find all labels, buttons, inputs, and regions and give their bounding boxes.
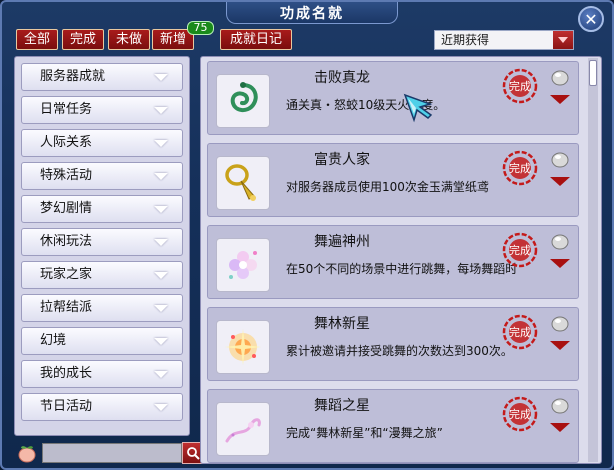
sidebar-item-label: 拉帮结派 xyxy=(40,300,93,315)
chevron-down-icon xyxy=(152,72,170,82)
chevron-down-icon xyxy=(152,336,170,346)
sidebar-item-label: 我的成长 xyxy=(40,366,93,381)
filter-all-button[interactable]: 全部 xyxy=(16,29,58,50)
flower-icon xyxy=(229,251,257,279)
sidebar-item-label: 人际关系 xyxy=(40,135,93,150)
dropdown-arrow-icon[interactable] xyxy=(553,31,573,49)
expand-arrow-icon[interactable] xyxy=(548,338,572,352)
achievement-title: 舞遍神州 xyxy=(314,234,370,250)
achievement-card[interactable]: 舞蹈之星 完成“舞林新星”和“漫舞之旅” 完成 xyxy=(207,389,579,463)
sidebar-item-guild[interactable]: 拉帮结派 xyxy=(21,294,183,322)
sparkle-icon xyxy=(225,329,261,365)
achievements-window: 功成名就 ✕ 全部 完成 未做 新增 75 成就日记 近期获得 服务器成就 日常… xyxy=(0,0,614,470)
achievement-icon-frame xyxy=(216,156,270,210)
seal-label: 完成 xyxy=(509,243,531,257)
sidebar-item-relations[interactable]: 人际关系 xyxy=(21,129,183,157)
chevron-down-icon xyxy=(152,237,170,247)
sidebar-item-daily[interactable]: 日常任务 xyxy=(21,96,183,124)
sidebar-item-server[interactable]: 服务器成就 xyxy=(21,63,183,91)
expand-arrow-icon[interactable] xyxy=(548,420,572,434)
list-scrollbar[interactable] xyxy=(588,58,598,462)
search-input[interactable] xyxy=(42,443,182,463)
achievement-card[interactable]: 击败真龙 通关真・怒蛟10级天火难度。 完成 xyxy=(207,61,579,135)
sidebar-item-label: 特殊活动 xyxy=(40,168,93,183)
sidebar-item-special[interactable]: 特殊活动 xyxy=(21,162,183,190)
chevron-down-icon xyxy=(152,303,170,313)
sidebar-item-label: 幻境 xyxy=(40,333,67,348)
achievement-card[interactable]: 富贵人家 对服务器成员使用100次金玉满堂纸鸢 完成 xyxy=(207,143,579,217)
achievement-list: 击败真龙 通关真・怒蛟10级天火难度。 完成 富贵人家 对服务器成员使用100次… xyxy=(200,56,602,464)
chevron-down-icon xyxy=(152,171,170,181)
seal-label: 完成 xyxy=(509,161,531,175)
sidebar-item-label: 梦幻剧情 xyxy=(40,201,93,216)
expand-arrow-icon[interactable] xyxy=(548,256,572,270)
new-count-badge: 75 xyxy=(187,21,214,35)
achievement-title: 舞林新星 xyxy=(314,316,370,332)
sidebar-item-festival[interactable]: 节日活动 xyxy=(21,393,183,421)
achievement-icon-frame xyxy=(216,402,270,456)
expand-arrow-icon[interactable] xyxy=(548,174,572,188)
expand-arrow-icon[interactable] xyxy=(548,92,572,106)
scrollbar-thumb[interactable] xyxy=(589,60,597,86)
sort-dropdown[interactable]: 近期获得 xyxy=(434,30,574,50)
category-sidebar: 服务器成就 日常任务 人际关系 特殊活动 梦幻剧情 休闲玩法 玩家之家 拉帮结派… xyxy=(14,56,190,436)
close-icon: ✕ xyxy=(584,9,598,29)
peach-icon xyxy=(18,446,36,463)
achievement-title: 富贵人家 xyxy=(314,152,370,168)
sidebar-item-label: 服务器成就 xyxy=(40,69,106,84)
sidebar-item-growth[interactable]: 我的成长 xyxy=(21,360,183,388)
seal-label: 完成 xyxy=(509,79,531,93)
ribbon-icon xyxy=(225,418,261,443)
window-title: 功成名就 xyxy=(226,2,398,24)
completed-seal-icon: 完成 xyxy=(502,68,538,104)
lotus-bulb-icon xyxy=(551,234,569,250)
lotus-bulb-icon xyxy=(551,398,569,414)
golden-trumpet-icon xyxy=(225,164,256,201)
chevron-down-icon xyxy=(152,138,170,148)
seal-label: 完成 xyxy=(509,325,531,339)
chevron-down-icon xyxy=(152,204,170,214)
sidebar-item-illusion[interactable]: 幻境 xyxy=(21,327,183,355)
sidebar-item-label: 玩家之家 xyxy=(40,267,93,282)
completed-seal-icon: 完成 xyxy=(502,396,538,432)
achievement-icon-frame xyxy=(216,238,270,292)
achievement-icon-frame xyxy=(216,74,270,128)
mouse-cursor-icon xyxy=(403,93,433,123)
achievement-title: 舞蹈之星 xyxy=(314,398,370,414)
lotus-bulb-icon xyxy=(551,70,569,86)
filter-completed-button[interactable]: 完成 xyxy=(62,29,104,50)
dragon-icon xyxy=(230,82,258,112)
achievement-icon-frame xyxy=(216,320,270,374)
sort-selected-value: 近期获得 xyxy=(441,33,490,47)
chevron-down-icon xyxy=(152,369,170,379)
sidebar-item-label: 日常任务 xyxy=(40,102,93,117)
sidebar-item-label: 休闲玩法 xyxy=(40,234,93,249)
completed-seal-icon: 完成 xyxy=(502,150,538,186)
achievement-card[interactable]: 舞遍神州 在50个不同的场景中进行跳舞，每场舞蹈时 完成 xyxy=(207,225,579,299)
filter-incomplete-button[interactable]: 未做 xyxy=(108,29,150,50)
sidebar-item-leisure[interactable]: 休闲玩法 xyxy=(21,228,183,256)
achievement-card[interactable]: 舞林新星 累计被邀请并接受跳舞的次数达到300次。 完成 xyxy=(207,307,579,381)
chevron-down-icon xyxy=(152,402,170,412)
achievement-diary-button[interactable]: 成就日记 xyxy=(220,29,292,50)
completed-seal-icon: 完成 xyxy=(502,232,538,268)
search-icon xyxy=(187,447,200,460)
sidebar-item-home[interactable]: 玩家之家 xyxy=(21,261,183,289)
search-bar xyxy=(14,442,204,464)
lotus-bulb-icon xyxy=(551,152,569,168)
seal-label: 完成 xyxy=(509,407,531,421)
close-button[interactable]: ✕ xyxy=(578,6,604,32)
sidebar-item-label: 节日活动 xyxy=(40,399,93,414)
chevron-down-icon xyxy=(152,270,170,280)
sidebar-item-story[interactable]: 梦幻剧情 xyxy=(21,195,183,223)
achievement-title: 击败真龙 xyxy=(314,70,370,86)
completed-seal-icon: 完成 xyxy=(502,314,538,350)
lotus-bulb-icon xyxy=(551,316,569,332)
chevron-down-icon xyxy=(152,105,170,115)
